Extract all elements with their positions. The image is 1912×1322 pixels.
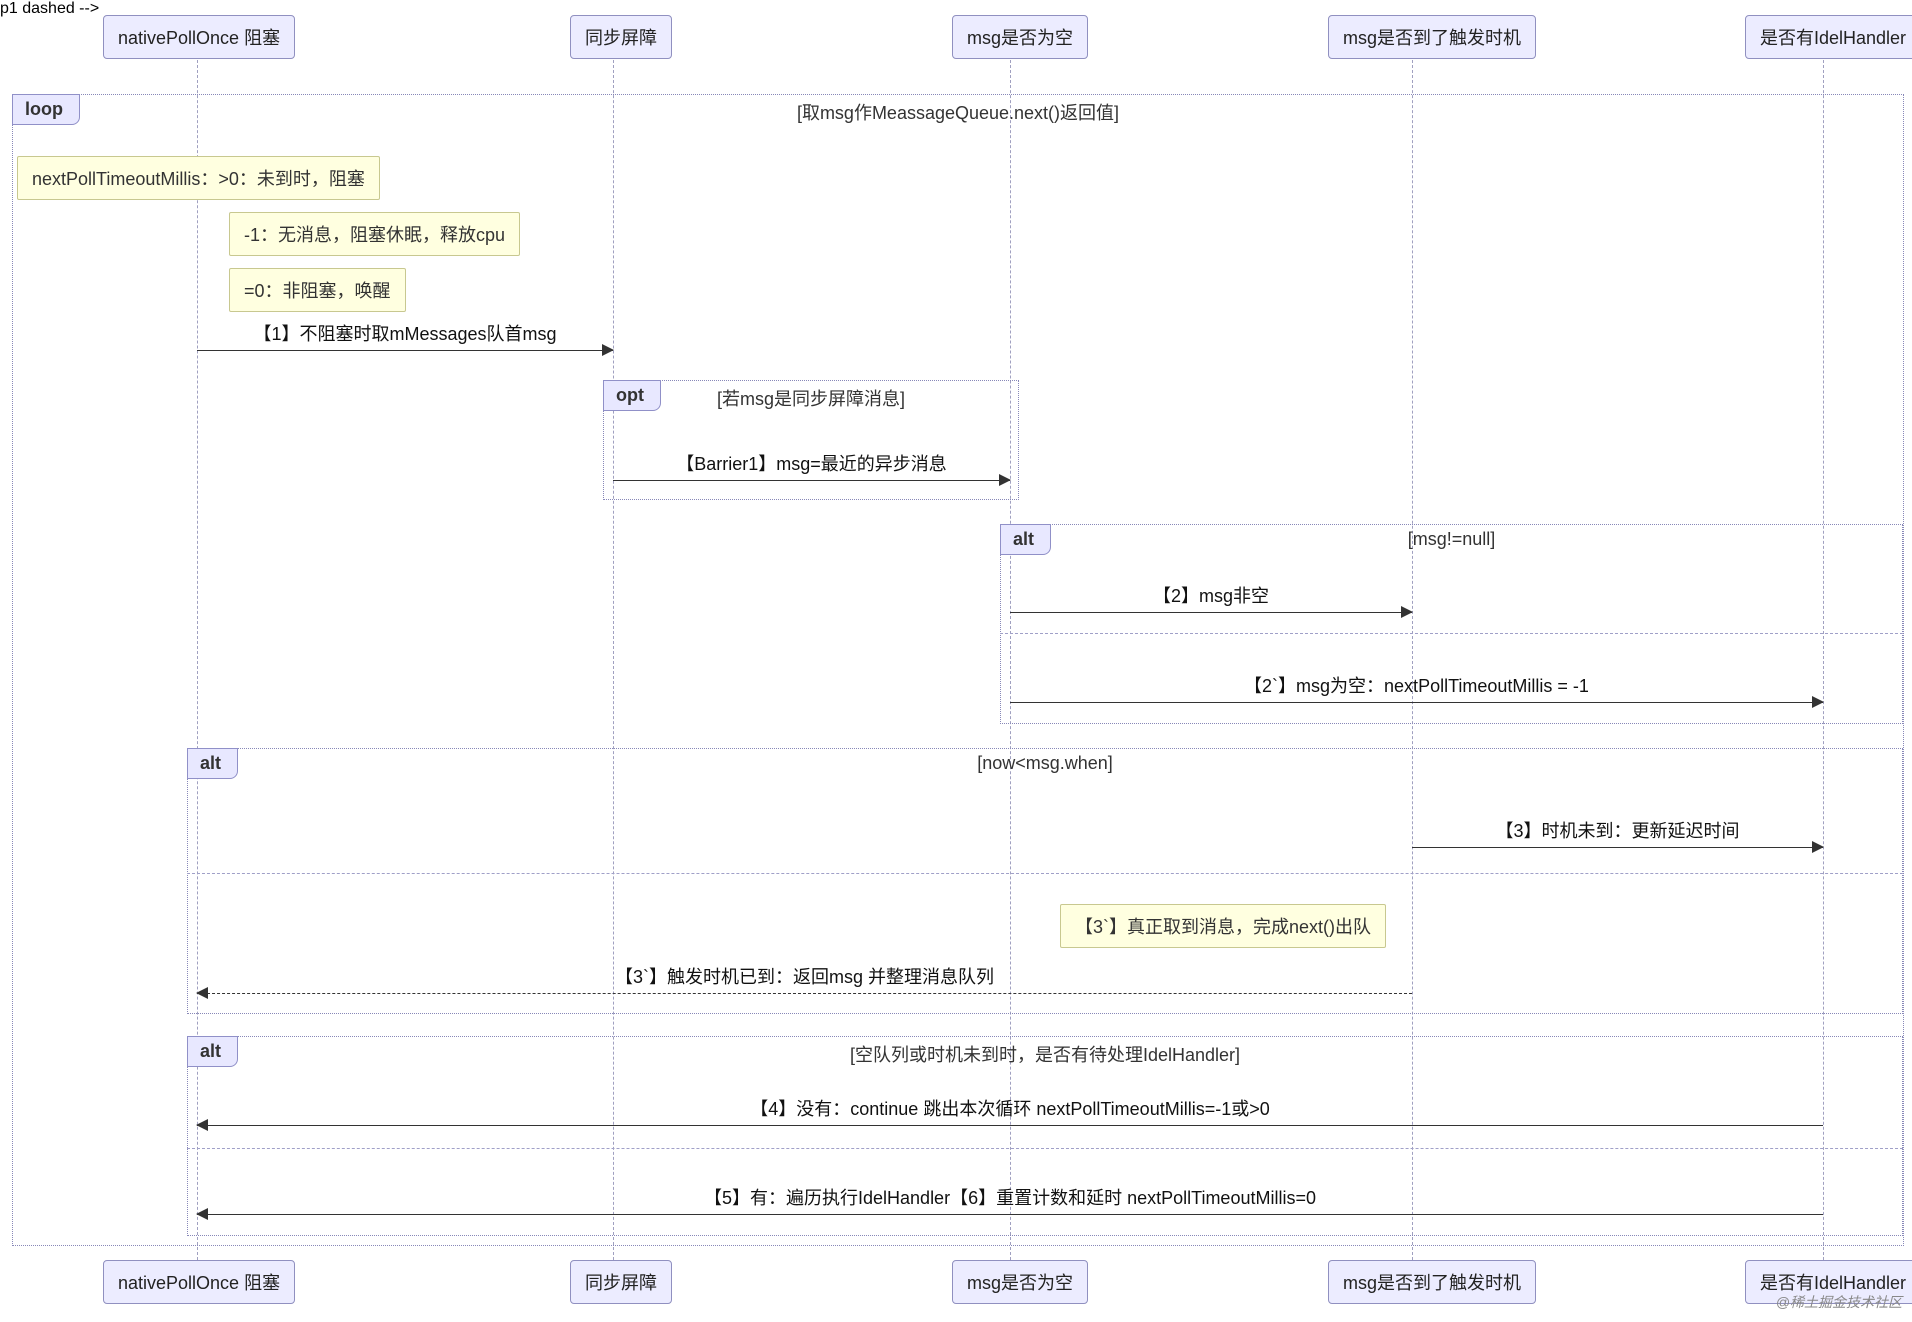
participant-label: nativePollOnce 阻塞 [118, 28, 280, 48]
participant-label: msg是否为空 [967, 1273, 1073, 1293]
msg-m5: 【5】有：遍历执行IdelHandler【6】重置计数和延时 nextPollT… [197, 1184, 1823, 1210]
alt3-cond: [空队列或时机未到时，是否有待处理IdelHandler] [850, 1041, 1240, 1067]
msg-m2: 【2】msg非空 [1010, 582, 1412, 608]
participant-label: 同步屏障 [585, 1273, 657, 1293]
participant-p3-top: msg是否为空 [952, 15, 1088, 59]
note-n3p: 【3`】真正取到消息，完成next()出队 [1060, 904, 1386, 948]
participant-label: msg是否到了触发时机 [1343, 28, 1521, 48]
participant-label: msg是否到了触发时机 [1343, 1273, 1521, 1293]
participant-label: 是否有IdelHandler [1760, 28, 1906, 48]
opt-label: opt [603, 380, 661, 411]
participant-p3-bottom: msg是否为空 [952, 1260, 1088, 1304]
participant-label: 同步屏障 [585, 28, 657, 48]
participant-p4-bottom: msg是否到了触发时机 [1328, 1260, 1536, 1304]
participant-label: msg是否为空 [967, 28, 1073, 48]
loop-label: loop [12, 94, 80, 125]
participant-p2-bottom: 同步屏障 [570, 1260, 672, 1304]
alt2-label: alt [187, 748, 238, 779]
participant-label: nativePollOnce 阻塞 [118, 1273, 280, 1293]
participant-p5-top: 是否有IdelHandler [1745, 15, 1912, 59]
loop-cond: [取msg作MeassageQueue.next()返回值] [797, 99, 1119, 125]
note-n3: =0：非阻塞，唤醒 [229, 268, 406, 312]
participant-p2-top: 同步屏障 [570, 15, 672, 59]
msg-m1: 【1】不阻塞时取mMessages队首msg [197, 320, 613, 346]
alt3-divider [187, 1148, 1903, 1149]
watermark: @稀土掘金技术社区 [1776, 1292, 1902, 1312]
participant-p1-top: nativePollOnce 阻塞 [103, 15, 295, 59]
alt3-label: alt [187, 1036, 238, 1067]
msg-m3: 【3】时机未到：更新延迟时间 [1412, 817, 1823, 843]
participant-label: 是否有IdelHandler [1760, 1273, 1906, 1293]
opt-frame: opt [若msg是同步屏障消息] [603, 380, 1019, 500]
sequence-diagram: nativePollOnce 阻塞 同步屏障 msg是否为空 msg是否到了触发… [0, 0, 1912, 1322]
alt1-divider [1000, 633, 1903, 634]
msg-m3p: 【3`】触发时机已到：返回msg 并整理消息队列 [197, 963, 1412, 989]
note-n1: nextPollTimeoutMillis：>0：未到时，阻塞 [17, 156, 380, 200]
alt2-divider [187, 873, 1903, 874]
alt1-label: alt [1000, 524, 1051, 555]
msg-m4: 【4】没有：continue 跳出本次循环 nextPollTimeoutMil… [197, 1095, 1823, 1121]
msg-mB1: 【Barrier1】msg=最近的异步消息 [613, 450, 1010, 476]
alt2-cond: [now<msg.when] [977, 753, 1113, 774]
alt1-cond: [msg!=null] [1408, 529, 1496, 550]
opt-cond: [若msg是同步屏障消息] [717, 385, 905, 411]
participant-p1-bottom: nativePollOnce 阻塞 [103, 1260, 295, 1304]
participant-p4-top: msg是否到了触发时机 [1328, 15, 1536, 59]
note-n2: -1：无消息，阻塞休眠，释放cpu [229, 212, 520, 256]
msg-m2p: 【2`】msg为空：nextPollTimeoutMillis = -1 [1010, 672, 1823, 698]
